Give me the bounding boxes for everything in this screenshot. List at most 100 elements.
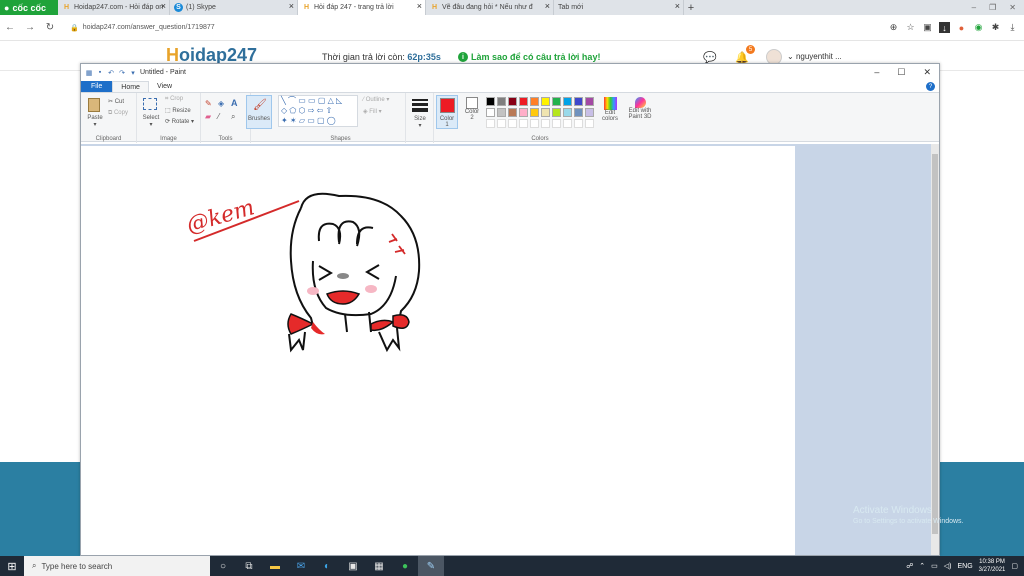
tab-question[interactable]: H Vẽ đâu đang hỏi * Nếu như đ × bbox=[426, 0, 554, 15]
color-swatch[interactable] bbox=[585, 97, 594, 106]
task-view-icon[interactable]: ⧉ bbox=[236, 556, 262, 576]
color-swatch[interactable] bbox=[541, 108, 550, 117]
color-swatch[interactable] bbox=[541, 97, 550, 106]
tab-hoidap-answer[interactable]: H Hỏi đáp 247 - trang trả lời × bbox=[298, 0, 426, 15]
reload-icon[interactable]: ↻ bbox=[40, 22, 60, 33]
size-button[interactable]: Size ▾ bbox=[408, 116, 432, 129]
drawing-canvas[interactable]: @kem bbox=[81, 146, 795, 555]
username[interactable]: ⌄ nguyenthit ... bbox=[787, 52, 842, 61]
file-explorer-icon[interactable]: ▬ bbox=[262, 556, 288, 576]
undo-icon[interactable]: ↶ bbox=[107, 69, 115, 77]
forward-icon[interactable]: → bbox=[20, 22, 40, 33]
color-swatch[interactable] bbox=[530, 108, 539, 117]
close-icon[interactable]: × bbox=[417, 1, 422, 11]
fill-button[interactable]: ◈ Fill ▾ bbox=[363, 108, 382, 115]
url-field[interactable]: 🔒 hoidap247.com/answer_question/1719877 bbox=[70, 24, 215, 32]
custom-color-slot[interactable] bbox=[530, 119, 539, 128]
tab-new[interactable]: Tab mới × bbox=[554, 0, 684, 15]
outline-button[interactable]: ⁄ Outline ▾ bbox=[363, 96, 389, 103]
minimize-icon[interactable]: – bbox=[972, 3, 976, 12]
color-picker-icon[interactable]: ⁄ bbox=[218, 112, 219, 121]
color-swatch[interactable] bbox=[497, 97, 506, 106]
color-swatch[interactable] bbox=[486, 97, 495, 106]
tab-skype[interactable]: S (1) Skype × bbox=[170, 0, 298, 15]
custom-color-slot[interactable] bbox=[552, 119, 561, 128]
chevron-up-icon[interactable]: ⌃ bbox=[919, 562, 925, 570]
extension-icon[interactable]: ◉ bbox=[973, 22, 984, 33]
size-icon[interactable] bbox=[412, 103, 428, 106]
downloads-icon[interactable]: ⤓ bbox=[1007, 22, 1018, 33]
close-icon[interactable]: × bbox=[545, 1, 550, 11]
chevron-down-icon[interactable]: ▾ bbox=[129, 69, 137, 77]
language-indicator[interactable]: ENG bbox=[958, 563, 973, 570]
color-swatch[interactable] bbox=[519, 97, 528, 106]
store-icon[interactable]: ▣ bbox=[340, 556, 366, 576]
custom-color-slot[interactable] bbox=[574, 119, 583, 128]
custom-color-slot[interactable] bbox=[508, 119, 517, 128]
paste-button[interactable]: Paste ▾ bbox=[83, 115, 107, 128]
media-icon[interactable]: ▦ bbox=[366, 556, 392, 576]
color-swatch[interactable] bbox=[585, 108, 594, 117]
custom-color-slot[interactable] bbox=[486, 119, 495, 128]
puzzle-icon[interactable]: ✱ bbox=[990, 22, 1001, 33]
custom-color-slot[interactable] bbox=[541, 119, 550, 128]
select-icon[interactable] bbox=[143, 98, 157, 110]
people-icon[interactable]: ☍ bbox=[906, 562, 913, 570]
save-icon[interactable]: ▪ bbox=[96, 69, 104, 77]
close-icon[interactable]: × bbox=[289, 1, 294, 11]
extension-icon[interactable]: ● bbox=[956, 22, 967, 33]
restore-icon[interactable]: ❐ bbox=[989, 3, 996, 12]
magnifier-icon[interactable]: ⌕ bbox=[231, 112, 235, 122]
help-icon[interactable]: ? bbox=[926, 82, 935, 91]
eraser-icon[interactable]: ▰ bbox=[205, 112, 211, 121]
chat-icon[interactable]: 💬 bbox=[703, 50, 717, 64]
color-swatch[interactable] bbox=[563, 108, 572, 117]
color-swatch[interactable] bbox=[552, 97, 561, 106]
size-icon[interactable] bbox=[412, 99, 428, 101]
back-icon[interactable]: ← bbox=[0, 22, 20, 33]
paint3d-button[interactable]: Edit with Paint 3D bbox=[625, 97, 655, 120]
cut-button[interactable]: ✂ Cut bbox=[108, 98, 124, 105]
crop-button[interactable]: ⌗ Crop bbox=[165, 96, 183, 103]
color-swatch[interactable] bbox=[519, 108, 528, 117]
copy-button[interactable]: ⧉ Copy bbox=[108, 110, 128, 117]
size-icon[interactable] bbox=[412, 108, 428, 112]
color-swatch[interactable] bbox=[508, 108, 517, 117]
minimize-icon[interactable]: – bbox=[874, 67, 879, 78]
tab-file[interactable]: File bbox=[81, 81, 113, 92]
color-swatch[interactable] bbox=[486, 108, 495, 117]
close-icon[interactable]: ✕ bbox=[1009, 3, 1016, 12]
text-icon[interactable]: A bbox=[231, 98, 238, 108]
custom-color-slot[interactable] bbox=[563, 119, 572, 128]
tab-hoidap-home[interactable]: H Hoidap247.com - Hỏi đáp on × bbox=[58, 0, 170, 15]
color-swatch[interactable] bbox=[563, 97, 572, 106]
download-video-icon[interactable]: ▣ bbox=[922, 22, 933, 33]
custom-color-slot[interactable] bbox=[585, 119, 594, 128]
windows-start-icon[interactable]: ⊞ bbox=[0, 556, 24, 576]
color1-button[interactable]: Color 1 bbox=[436, 95, 458, 129]
bookmark-star-icon[interactable]: ☆ bbox=[905, 22, 916, 33]
rotate-button[interactable]: ⟳ Rotate ▾ bbox=[165, 118, 194, 125]
edit-colors-button[interactable]: Edit colors bbox=[599, 97, 621, 122]
taskbar-search-box[interactable]: ⌕ Type here to search bbox=[24, 556, 210, 576]
close-icon[interactable]: × bbox=[161, 1, 166, 11]
vertical-scrollbar[interactable] bbox=[931, 144, 939, 555]
custom-color-slot[interactable] bbox=[519, 119, 528, 128]
volume-icon[interactable]: ◁) bbox=[944, 562, 952, 570]
color-swatch[interactable] bbox=[574, 108, 583, 117]
color-swatch[interactable] bbox=[497, 108, 506, 117]
new-tab-button[interactable]: + bbox=[684, 0, 698, 15]
color-swatch[interactable] bbox=[508, 97, 517, 106]
coccoc-taskbar-icon[interactable]: ● bbox=[392, 556, 418, 576]
zoom-icon[interactable]: ⊕ bbox=[888, 22, 899, 33]
shapes-gallery[interactable]: ╲ ⌒ ▭ ▭ ▢ △ ◺ ◇ ⬠ ⬡ ⇨ ⇦ ⇧ ✦ ✶ ▱ ▭ ▢ ◯ bbox=[278, 95, 358, 127]
maximize-icon[interactable]: ☐ bbox=[897, 67, 905, 78]
color-swatch[interactable] bbox=[574, 97, 583, 106]
brushes-button[interactable]: 🖌 Brushes bbox=[246, 95, 272, 129]
cortana-icon[interactable]: ○ bbox=[210, 556, 236, 576]
notifications-icon[interactable]: ▢ bbox=[1011, 562, 1018, 570]
fill-bucket-icon[interactable]: ◈ bbox=[218, 99, 224, 108]
custom-color-slot[interactable] bbox=[497, 119, 506, 128]
pencil-icon[interactable]: ✎ bbox=[205, 99, 212, 108]
how-to-answer-link[interactable]: i Làm sao để có câu trả lời hay! bbox=[458, 52, 600, 62]
